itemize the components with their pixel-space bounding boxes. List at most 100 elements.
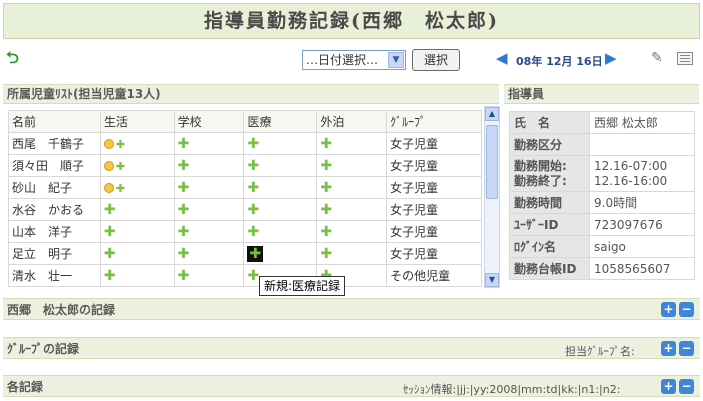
info-key: 勤務開始: 勤務終了:: [509, 155, 590, 192]
plus-icon[interactable]: ✚: [178, 224, 190, 240]
pencil-icon[interactable]: ✎: [651, 50, 663, 66]
col-medical[interactable]: 医療: [243, 110, 318, 133]
expand-icon[interactable]: +: [661, 302, 676, 317]
table-row: 西尾 千鶴子 ✚ ✚ ✚ ✚ 女子児童: [8, 132, 482, 155]
info-value: 9.0時間: [589, 191, 695, 214]
chevron-down-icon[interactable]: ▼: [388, 52, 404, 68]
scroll-down-icon[interactable]: ▼: [485, 273, 499, 287]
plus-icon[interactable]: ✚: [320, 180, 332, 196]
info-key: ﾛｸﾞｲﾝ名: [509, 235, 590, 258]
student-group: 女子児童: [386, 132, 482, 155]
staff-panel: 指導員 氏 名西郷 松太郎 勤務区分 勤務開始: 勤務終了: 12.16-07:0…: [504, 84, 699, 290]
plus-icon[interactable]: ✚: [178, 268, 190, 284]
student-group: 女子児童: [386, 154, 482, 177]
info-row: 勤務区分: [509, 133, 695, 156]
plus-icon[interactable]: ✚: [320, 246, 332, 262]
col-school[interactable]: 学校: [173, 110, 245, 133]
info-row: 勤務台帳ID 1058565607: [509, 257, 695, 280]
toolbar: ⮌ …日付選択… ▼ 選択 ◀ 08年 12月 16日 ▶ ✎: [0, 44, 703, 74]
plus-icon[interactable]: ✚: [320, 202, 332, 218]
expand-icon[interactable]: +: [661, 379, 676, 394]
student-name[interactable]: 足立 明子: [8, 242, 101, 265]
title-bar: 指導員勤務記録(西郷 松太郎): [3, 3, 700, 39]
students-scrollbar[interactable]: ▲ ▼: [484, 106, 500, 288]
student-group: 女子児童: [386, 176, 482, 199]
list-icon[interactable]: [677, 52, 693, 65]
plus-icon[interactable]: ✚: [104, 224, 116, 240]
plus-icon[interactable]: ✚: [116, 182, 125, 195]
info-value: 723097676: [589, 213, 695, 236]
plus-icon[interactable]: ✚: [247, 268, 259, 284]
students-panel: 所属児童ﾘｽﾄ(担当児童13人) 名前 生活 学校 医療 外泊 ｸﾞﾙｰﾌﾟ 西…: [3, 84, 500, 290]
info-row: 勤務時間 9.0時間: [509, 191, 695, 214]
info-row: ﾕｰｻﾞｰID 723097676: [509, 213, 695, 236]
col-group[interactable]: ｸﾞﾙｰﾌﾟ: [386, 110, 482, 133]
student-name[interactable]: 砂山 紀子: [8, 176, 101, 199]
scroll-thumb[interactable]: [486, 125, 498, 199]
students-table: 名前 生活 学校 医療 外泊 ｸﾞﾙｰﾌﾟ 西尾 千鶴子 ✚ ✚ ✚ ✚ 女子児…: [8, 110, 482, 287]
plus-icon[interactable]: ✚: [247, 180, 259, 196]
info-key: 氏 名: [509, 111, 590, 134]
info-row: 勤務開始: 勤務終了: 12.16-07:00 12.16-16:00: [509, 155, 695, 192]
date-select[interactable]: …日付選択… ▼: [302, 50, 406, 70]
plus-icon[interactable]: ✚: [104, 268, 116, 284]
plus-icon[interactable]: ✚: [247, 158, 259, 174]
col-name[interactable]: 名前: [8, 110, 101, 133]
table-row: 水谷 かおる ✚ ✚ ✚ ✚ 女子児童: [8, 198, 482, 221]
plus-icon[interactable]: ✚: [116, 138, 125, 151]
group-record-section: ｸﾞﾙｰﾌﾟの記録 担当ｸﾞﾙｰﾌﾟ名: + −: [3, 337, 700, 359]
student-group: 女子児童: [386, 242, 482, 265]
col-overnight[interactable]: 外泊: [316, 110, 388, 133]
student-name[interactable]: 清水 壮一: [8, 264, 101, 287]
collapse-icon[interactable]: −: [679, 341, 694, 356]
plus-icon[interactable]: ✚: [116, 160, 125, 173]
staff-record-section: 西郷 松太郎の記録 + −: [3, 298, 700, 320]
session-info: ｾｯｼｮﾝ情報:|jj:|yy:2008|mm:td|kk:|n1:|n2:: [403, 383, 621, 396]
staff-info-table: 氏 名西郷 松太郎 勤務区分 勤務開始: 勤務終了: 12.16-07:00 12…: [509, 111, 695, 280]
current-date: 08年 12月 16日: [516, 55, 603, 68]
collapse-icon[interactable]: −: [679, 379, 694, 394]
plus-icon[interactable]: ✚: [247, 136, 259, 152]
collapse-icon[interactable]: −: [679, 302, 694, 317]
plus-icon[interactable]: ✚: [178, 136, 190, 152]
next-day-arrow-icon[interactable]: ▶: [605, 50, 617, 66]
col-life[interactable]: 生活: [99, 110, 175, 133]
plus-icon[interactable]: ✚: [320, 224, 332, 240]
plus-icon-selected[interactable]: ✚: [247, 245, 264, 262]
info-value: 12.16-07:00 12.16-16:00: [589, 155, 695, 192]
student-name[interactable]: 須々田 順子: [8, 154, 101, 177]
info-value: saigo: [589, 235, 695, 258]
plus-icon[interactable]: ✚: [247, 202, 259, 218]
scroll-up-icon[interactable]: ▲: [485, 107, 499, 121]
section-title: 各記録: [7, 380, 44, 394]
refresh-icon[interactable]: ⮌: [6, 50, 22, 66]
student-group: その他児童: [386, 264, 482, 287]
plus-icon[interactable]: ✚: [320, 136, 332, 152]
tooltip: 新規:医療記録: [259, 276, 346, 296]
expand-icon[interactable]: +: [661, 341, 676, 356]
select-button[interactable]: 選択: [412, 49, 460, 71]
plus-icon[interactable]: ✚: [247, 224, 259, 240]
table-row: 足立 明子 ✚ ✚ ✚ ✚ 女子児童: [8, 242, 482, 265]
plus-icon[interactable]: ✚: [178, 158, 190, 174]
student-name[interactable]: 山本 洋子: [8, 220, 101, 243]
info-row: ﾛｸﾞｲﾝ名 saigo: [509, 235, 695, 258]
info-row: 氏 名西郷 松太郎: [509, 111, 695, 134]
plus-icon[interactable]: ✚: [178, 180, 190, 196]
table-row: 砂山 紀子 ✚ ✚ ✚ ✚ 女子児童: [8, 176, 482, 199]
student-name[interactable]: 西尾 千鶴子: [8, 132, 101, 155]
plus-icon[interactable]: ✚: [104, 246, 116, 262]
info-value: 西郷 松太郎: [589, 111, 695, 134]
staff-panel-header: 指導員: [504, 84, 699, 104]
group-name-label: 担当ｸﾞﾙｰﾌﾟ名:: [565, 345, 635, 358]
plus-icon[interactable]: ✚: [178, 246, 190, 262]
plus-icon[interactable]: ✚: [104, 202, 116, 218]
prev-day-arrow-icon[interactable]: ◀: [496, 50, 508, 66]
plus-icon[interactable]: ✚: [320, 158, 332, 174]
student-name[interactable]: 水谷 かおる: [8, 198, 101, 221]
info-key: 勤務時間: [509, 191, 590, 214]
smile-icon[interactable]: [103, 139, 114, 149]
smile-icon[interactable]: [103, 183, 114, 193]
plus-icon[interactable]: ✚: [178, 202, 190, 218]
smile-icon[interactable]: [103, 161, 114, 171]
